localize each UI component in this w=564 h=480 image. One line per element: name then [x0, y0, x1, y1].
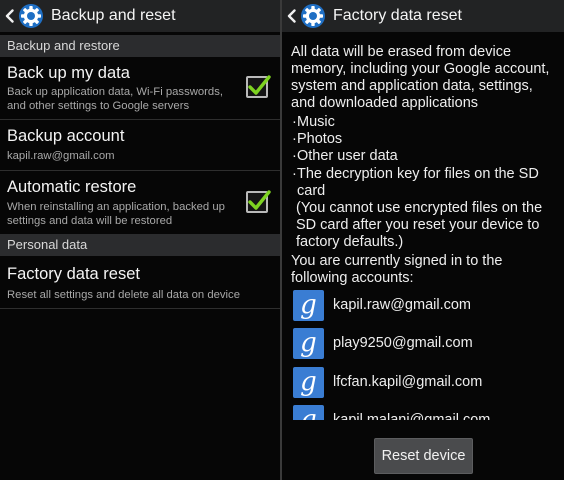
setting-title: Automatic restore [7, 178, 137, 196]
bullet-continuation: card [297, 183, 326, 199]
section-header-backup-restore: Backup and restore [0, 35, 280, 57]
google-account-icon: g [293, 327, 324, 359]
note-line: (You cannot use encrypted files on the [296, 200, 543, 216]
checkmark-icon [248, 75, 271, 95]
account-item: g kapil.malani@gmail.com [293, 403, 490, 420]
signed-in-line: You are currently signed in to the [291, 253, 503, 269]
warning-line: All data will be erased from device [291, 44, 512, 60]
account-email: play9250@gmail.com [333, 335, 473, 351]
setting-back-up-my-data[interactable]: Back up my data Back up application data… [0, 57, 280, 119]
bullet-item: ·Music [292, 114, 335, 130]
setting-title: Factory data reset [7, 265, 140, 283]
account-item: g lfcfan.kapil@gmail.com [293, 365, 482, 399]
setting-title: Back up my data [7, 64, 130, 82]
setting-subtitle: kapil.raw@gmail.com [7, 150, 115, 162]
backup-reset-screen: Backup and reset Backup and restore Back… [0, 0, 280, 480]
page-title: Backup and reset [51, 7, 176, 24]
setting-subtitle: Reset all settings and delete all data o… [7, 289, 240, 301]
bullet-item: ·Photos [292, 131, 343, 147]
setting-title: Backup account [7, 127, 125, 145]
setting-automatic-restore[interactable]: Automatic restore When reinstalling an a… [0, 171, 280, 233]
page-title: Factory data reset [333, 7, 462, 24]
automatic-restore-checkbox[interactable] [246, 190, 271, 213]
account-email: kapil.malani@gmail.com [333, 412, 491, 420]
google-account-icon: g [293, 404, 324, 420]
signed-in-line: following accounts: [291, 270, 414, 286]
google-account-icon: g [293, 289, 324, 321]
setting-subtitle: and other settings to Google servers [7, 100, 190, 112]
bullet-text: Music [297, 114, 335, 130]
warning-line: system and application data, settings, [291, 78, 533, 94]
bullet-text: The decryption key for files on the SD [297, 166, 539, 182]
checkmark-icon [248, 190, 271, 210]
setting-factory-data-reset[interactable]: Factory data reset Reset all settings an… [0, 256, 280, 308]
reset-device-button[interactable]: Reset device [374, 438, 473, 474]
action-bar: Backup and reset [0, 0, 280, 32]
back-chevron-icon[interactable] [2, 0, 16, 32]
signed-in-text: You are currently signed in to the follo… [291, 253, 559, 287]
warning-line: and downloaded applications [291, 95, 479, 111]
settings-gear-icon[interactable] [18, 3, 44, 29]
bullet-item: ·The decryption key for files on the SD [292, 166, 539, 182]
setting-backup-account[interactable]: Backup account kapil.raw@gmail.com [0, 120, 280, 170]
account-item: g kapil.raw@gmail.com [293, 288, 471, 322]
account-email: lfcfan.kapil@gmail.com [333, 374, 483, 390]
divider [0, 308, 280, 309]
bullet-item: ·Other user data [292, 148, 398, 164]
account-email: kapil.raw@gmail.com [333, 297, 472, 313]
setting-subtitle: Back up application data, Wi-Fi password… [7, 86, 223, 98]
section-header-personal-data: Personal data [0, 234, 280, 256]
back-up-my-data-checkbox[interactable] [246, 75, 271, 98]
note-line: factory defaults.) [296, 234, 404, 250]
setting-subtitle: When reinstalling an application, backed… [7, 201, 225, 213]
settings-gear-icon[interactable] [300, 3, 326, 29]
setting-subtitle: settings and data will be restored [7, 215, 173, 227]
bullet-text: Other user data [297, 148, 398, 164]
warning-text: All data will be erased from device memo… [291, 44, 559, 112]
back-chevron-icon[interactable] [284, 0, 298, 32]
account-item: g play9250@gmail.com [293, 326, 473, 360]
warning-line: memory, including your Google account, [291, 61, 550, 77]
note-line: SD card after you reset your device to [296, 217, 540, 233]
action-bar: Factory data reset [282, 0, 564, 32]
google-account-icon: g [293, 366, 324, 398]
bullet-text: Photos [297, 131, 343, 147]
sd-card-note: (You cannot use encrypted files on the S… [296, 200, 558, 251]
accounts-list[interactable]: g kapil.raw@gmail.com g play9250@gmail.c… [282, 288, 564, 420]
